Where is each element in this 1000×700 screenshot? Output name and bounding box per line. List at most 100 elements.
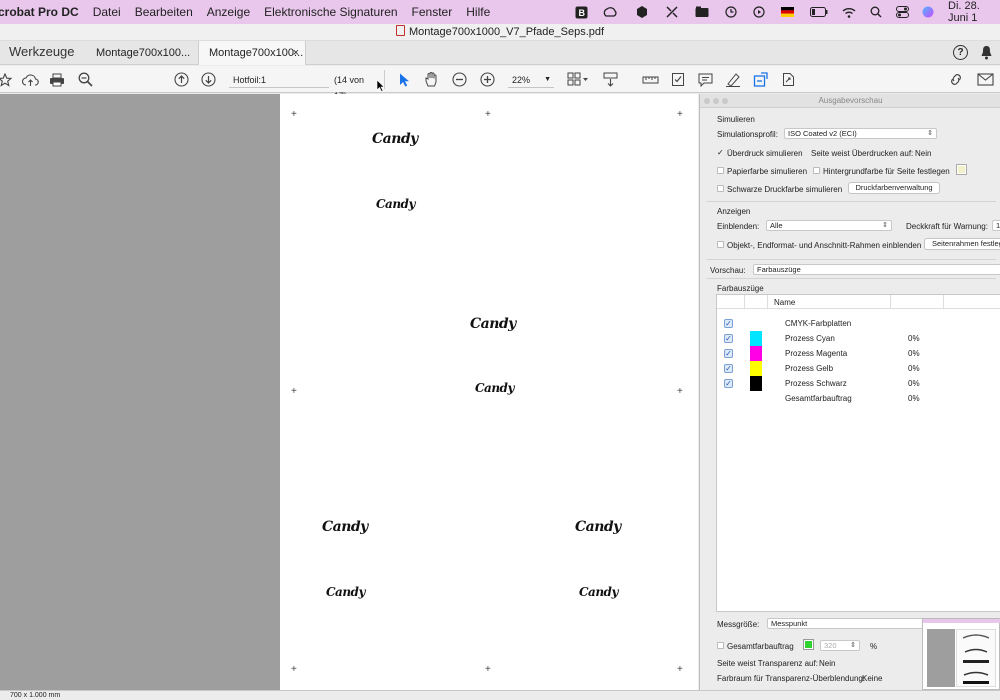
edit-pdf-icon[interactable] xyxy=(752,70,770,89)
separation-row[interactable]: ✓ Prozess Schwarz 0% xyxy=(717,376,1000,391)
measure-tool-icon[interactable] xyxy=(641,70,659,89)
pdf-page[interactable]: + + + + + + + + Candy Candy Candy Candy … xyxy=(280,94,698,690)
document-canvas-background[interactable] xyxy=(0,94,280,690)
control-center-icon[interactable] xyxy=(896,0,909,24)
total-coverage-select[interactable]: 320 ⇕ xyxy=(820,640,860,651)
bg-color-checkbox[interactable] xyxy=(813,167,820,174)
simulation-profile-label: Simulationsprofil: xyxy=(717,130,778,139)
menu-fenster[interactable]: Fenster xyxy=(412,5,453,19)
zoom-in-icon[interactable] xyxy=(479,70,496,89)
ink-manager-button[interactable]: Druckfarbenverwaltung xyxy=(848,182,940,194)
overprint-checkbox-mark[interactable]: ✓ xyxy=(717,148,724,157)
separation-row[interactable]: ✓ Prozess Gelb 0% xyxy=(717,361,1000,376)
folder-app-icon[interactable] xyxy=(695,0,709,24)
bookmark-star-icon[interactable] xyxy=(0,70,12,89)
time-machine-icon[interactable] xyxy=(725,0,737,24)
separation-row[interactable]: ✓ Prozess Cyan 0% xyxy=(717,331,1000,346)
page-has-overprint-label: Seite weist Überdrucken auf: xyxy=(811,149,914,158)
separation-checkbox[interactable]: ✓ xyxy=(724,349,733,358)
search-icon[interactable] xyxy=(870,0,882,24)
warning-opacity-field[interactable]: 10 xyxy=(992,220,1000,231)
menu-elektronische-signaturen[interactable]: Elektronische Signaturen xyxy=(264,5,397,19)
menu-bearbeiten[interactable]: Bearbeiten xyxy=(135,5,193,19)
next-page-icon[interactable] xyxy=(200,70,216,89)
share-link-icon[interactable] xyxy=(947,70,965,89)
separation-checkbox[interactable]: ✓ xyxy=(724,334,733,343)
coverage-color-swatch[interactable] xyxy=(803,639,814,650)
bg-color-swatch[interactable] xyxy=(956,164,967,175)
separations-list-header: Name xyxy=(717,295,1000,309)
sample-size-select[interactable]: Messpunkt xyxy=(767,618,927,629)
page-frames-button[interactable]: Seitenrahmen festleg xyxy=(924,238,1000,250)
page-layout-icon[interactable] xyxy=(566,70,590,89)
document-tab-1[interactable]: Montage700x100... xyxy=(86,41,200,65)
hexagon-app-icon[interactable] xyxy=(636,0,648,24)
tools-tab[interactable]: Werkzeuge xyxy=(9,44,75,59)
creative-cloud-icon[interactable] xyxy=(603,0,617,24)
frames-checkbox[interactable] xyxy=(717,241,724,248)
fill-sign-icon[interactable] xyxy=(669,70,686,89)
tools-app-icon[interactable] xyxy=(666,0,678,24)
b-app-icon[interactable]: B xyxy=(575,0,588,24)
screenshot-thumbnail[interactable] xyxy=(922,618,1000,690)
german-flag-icon[interactable] xyxy=(781,0,794,24)
comment-icon[interactable] xyxy=(697,70,714,89)
bell-icon[interactable] xyxy=(980,45,993,60)
column-header-name[interactable]: Name xyxy=(774,298,795,307)
total-coverage-checkbox[interactable] xyxy=(717,642,724,649)
paper-color-checkbox[interactable] xyxy=(717,167,724,174)
tab-bar: Werkzeuge Montage700x100... Montage700x1… xyxy=(0,41,1000,65)
email-icon[interactable] xyxy=(976,70,994,89)
zoom-window-button[interactable] xyxy=(722,98,728,104)
color-swatch-black xyxy=(750,376,762,391)
black-ink-checkbox[interactable] xyxy=(717,185,724,192)
siri-icon[interactable] xyxy=(922,0,934,24)
separation-checkbox[interactable]: ✓ xyxy=(724,319,733,328)
column-divider xyxy=(943,295,944,309)
hand-tool-icon[interactable] xyxy=(423,70,440,89)
close-window-button[interactable] xyxy=(704,98,710,104)
zoom-search-icon[interactable] xyxy=(77,70,94,89)
upload-cloud-icon[interactable] xyxy=(21,70,39,89)
window-title: Montage700x1000_V7_Pfade_Seps.pdf xyxy=(408,26,605,38)
menu-datei[interactable]: Datei xyxy=(93,5,121,19)
menubar-datetime[interactable]: Di. 28. Juni 1 xyxy=(948,0,1000,24)
separation-row[interactable]: ✓ Prozess Magenta 0% xyxy=(717,346,1000,361)
total-coverage-value: 320 xyxy=(824,641,837,650)
black-ink-label: Schwarze Druckfarbe simulieren xyxy=(727,185,843,194)
simulation-profile-value: ISO Coated v2 (ECI) xyxy=(788,129,857,138)
simulation-profile-select[interactable]: ISO Coated v2 (ECI) ⇕ xyxy=(784,128,937,139)
select-arrow-icon[interactable] xyxy=(397,70,411,89)
separation-checkbox[interactable]: ✓ xyxy=(724,364,733,373)
play-icon[interactable] xyxy=(753,0,765,24)
page-number-input[interactable]: Hotfoil:1 xyxy=(229,72,329,88)
print-icon[interactable] xyxy=(48,70,65,89)
color-swatch-yellow xyxy=(750,361,762,376)
column-divider xyxy=(890,295,891,309)
separation-row[interactable]: Gesamtfarbauftrag 0% xyxy=(717,391,1000,406)
previous-page-icon[interactable] xyxy=(173,70,189,89)
scroll-mode-icon[interactable] xyxy=(602,70,619,89)
show-select[interactable]: Alle ⇕ xyxy=(766,220,892,231)
separation-row[interactable]: ✓ CMYK-Farbplatten xyxy=(717,316,1000,331)
separation-checkbox[interactable]: ✓ xyxy=(724,379,733,388)
minimize-window-button[interactable] xyxy=(713,98,719,104)
menu-anzeige[interactable]: Anzeige xyxy=(207,5,250,19)
app-menu[interactable]: crobat Pro DC xyxy=(0,5,79,19)
panel-title-bar[interactable]: Ausgabevorschau xyxy=(700,94,1000,108)
warning-opacity-label: Deckkraft für Warnung: xyxy=(906,222,988,231)
export-pdf-icon[interactable] xyxy=(780,70,796,89)
preview-select[interactable]: Farbauszüge xyxy=(753,264,1000,275)
wifi-icon[interactable] xyxy=(842,0,856,24)
registration-mark: + xyxy=(677,664,683,675)
highlight-pen-icon[interactable] xyxy=(724,70,742,89)
help-icon[interactable]: ? xyxy=(953,45,968,60)
document-tab-2[interactable]: Montage700x100... × xyxy=(198,41,306,65)
zoom-dropdown[interactable]: 22% ▼ xyxy=(508,72,554,88)
zoom-out-icon[interactable] xyxy=(451,70,468,89)
overprint-checkbox-label[interactable]: Überdruck simulieren xyxy=(727,149,803,158)
candy-logo: Candy xyxy=(372,131,418,147)
menu-hilfe[interactable]: Hilfe xyxy=(466,5,490,19)
close-tab-icon[interactable]: × xyxy=(293,41,299,65)
battery-icon[interactable] xyxy=(810,0,828,24)
